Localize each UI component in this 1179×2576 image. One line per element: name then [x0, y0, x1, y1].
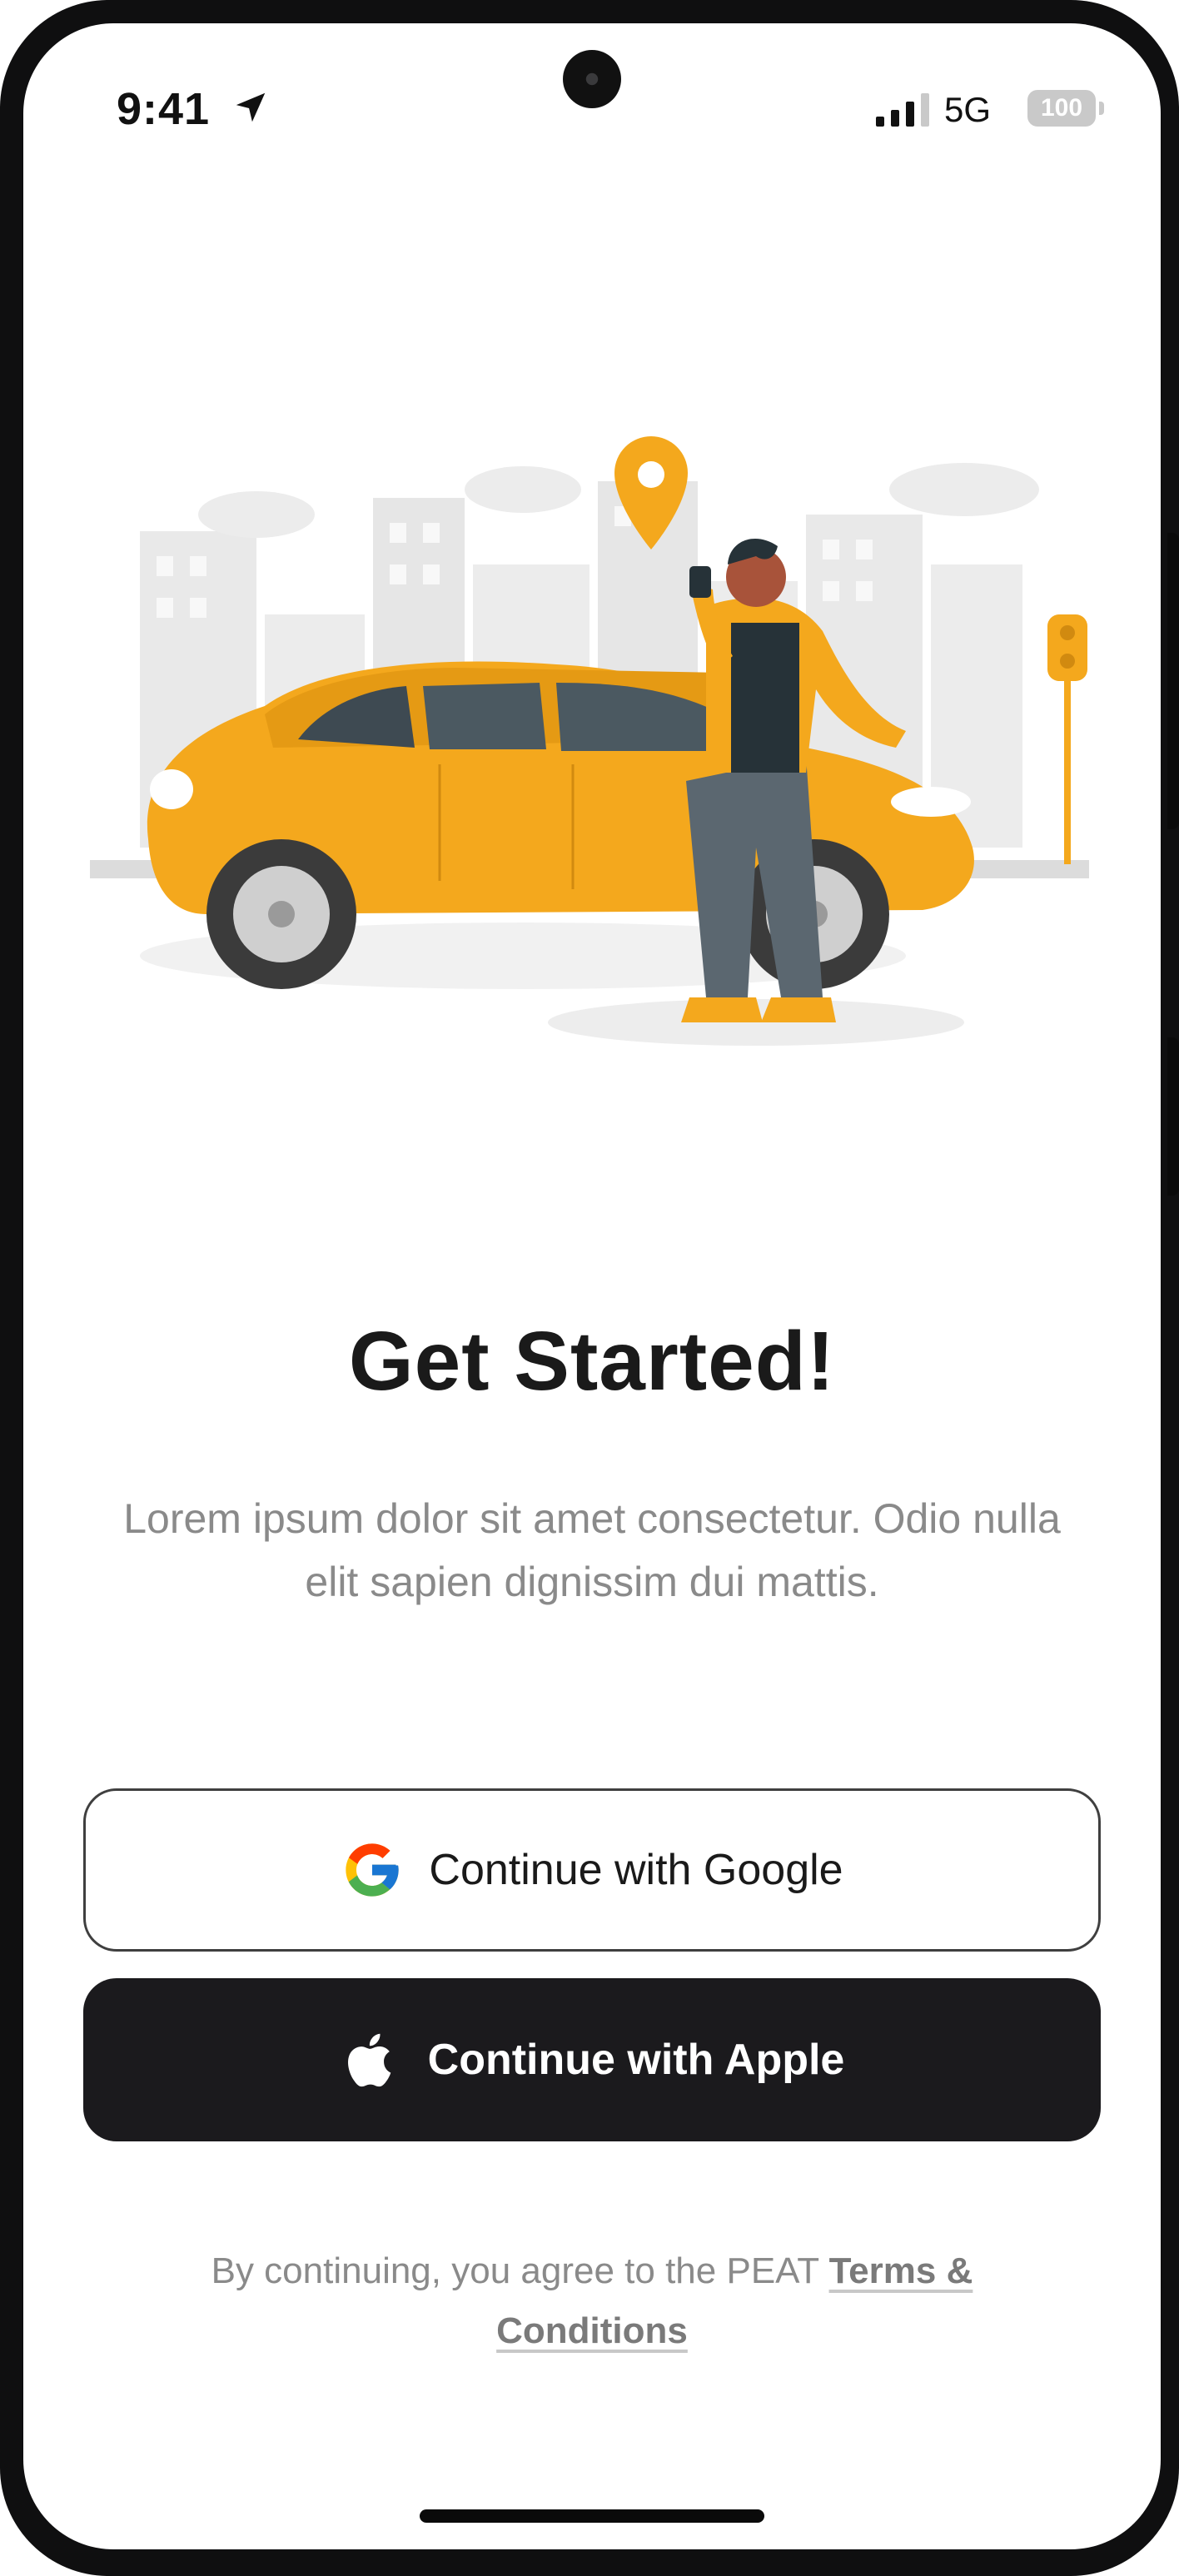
taxi-car-illustration	[90, 436, 1089, 1046]
terms-prefix: By continuing, you agree to the PEAT	[211, 2250, 819, 2291]
battery-indicator: 100	[1027, 90, 1096, 127]
network-type: 5G	[944, 90, 992, 129]
side-button	[1167, 1037, 1179, 1196]
battery-cap	[1099, 102, 1104, 115]
front-camera	[563, 50, 621, 108]
side-button	[1167, 533, 1179, 829]
continue-with-google-label: Continue with Google	[429, 1846, 843, 1894]
page-title: Get Started!	[348, 1315, 836, 1408]
home-indicator[interactable]	[420, 2509, 764, 2523]
status-time: 9:41	[117, 84, 211, 134]
apple-logo-icon	[347, 2033, 391, 2087]
google-g-icon	[346, 1843, 400, 1897]
continue-with-apple-label: Continue with Apple	[427, 2036, 845, 2084]
continue-with-apple-button[interactable]: Continue with Apple	[83, 1978, 1101, 2141]
cellular-signal-icon	[876, 93, 929, 127]
location-arrow-icon	[236, 92, 266, 122]
terms-notice: By continuing, you agree to the PEAT Ter…	[148, 2241, 1036, 2361]
app-screen: 9:41 5G 100 Get Started! Lorem ipsum dol…	[23, 23, 1161, 2549]
continue-with-google-button[interactable]: Continue with Google	[83, 1788, 1101, 1952]
page-subtitle: Lorem ipsum dolor sit amet consectetur. …	[123, 1495, 1061, 1605]
